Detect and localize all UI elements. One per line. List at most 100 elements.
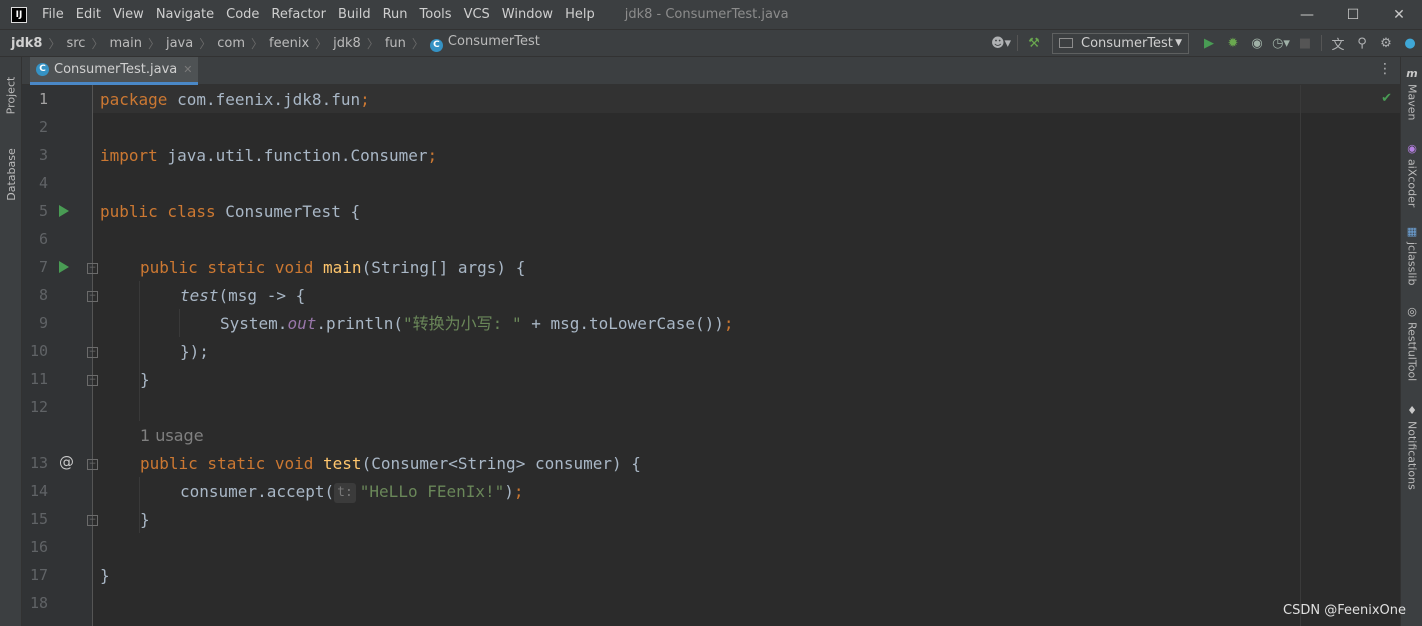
no-problems-check-icon[interactable]: ✔: [1381, 91, 1392, 106]
menu-help[interactable]: Help: [559, 0, 601, 29]
notifications-tool-label: Notifications: [1405, 421, 1419, 490]
coverage-icon[interactable]: ◉: [1245, 32, 1269, 54]
search-icon[interactable]: ⚲: [1350, 32, 1374, 54]
more-options-icon[interactable]: ⋮: [1378, 61, 1392, 77]
breadcrumb-item[interactable]: com: [217, 36, 245, 51]
chevron-down-icon: ▼: [1175, 38, 1182, 48]
implemented-at-icon[interactable]: @: [59, 453, 74, 471]
close-icon[interactable]: ✕: [183, 63, 192, 76]
user-icon[interactable]: ☻▾: [989, 32, 1013, 54]
toolbar-divider: [1017, 35, 1018, 51]
update-icon[interactable]: ●: [1398, 32, 1422, 54]
code-text: consumer.accept(: [180, 482, 335, 501]
breadcrumb-separator-icon: 〉: [91, 36, 104, 51]
code-text: ): [504, 482, 514, 501]
code-area[interactable]: package com.feenix.jdk8.fun; import java…: [93, 85, 1400, 626]
minimize-button[interactable]: —: [1284, 0, 1330, 29]
keyword: public class: [100, 202, 216, 221]
usage-hint[interactable]: 1 usage: [140, 422, 204, 450]
build-hammer-icon[interactable]: ⚒: [1022, 32, 1046, 54]
menu-edit[interactable]: Edit: [70, 0, 107, 29]
string-literal: "HeLLo FEenIx!": [359, 482, 505, 501]
semicolon: ;: [360, 90, 370, 109]
aixcoder-tool-tab[interactable]: ◉ aiXcoder: [1401, 142, 1422, 207]
semicolon: ;: [427, 146, 438, 165]
line-number: 9: [38, 314, 48, 332]
breadcrumb-item[interactable]: jdk8: [11, 36, 42, 51]
menu-build[interactable]: Build: [332, 0, 377, 29]
breadcrumb-item[interactable]: java: [166, 36, 193, 51]
window-title: jdk8 - ConsumerTest.java: [624, 7, 789, 22]
breadcrumb-item[interactable]: src: [66, 36, 85, 51]
semicolon: ;: [513, 482, 524, 501]
breadcrumb-item[interactable]: main: [109, 36, 141, 51]
maven-icon: m: [1406, 67, 1418, 80]
settings-gear-icon[interactable]: ⚙: [1374, 32, 1398, 54]
line-number: 3: [38, 146, 48, 164]
editor-gutter: 1 2 3 4 5 6 7 8 9 10 11 12 13 14 15 16 1…: [22, 85, 98, 626]
restfultool-tool-tab[interactable]: ◎ RestfulTool: [1401, 305, 1422, 381]
code-text: + msg.toLowerCase()): [521, 314, 724, 333]
aixcoder-icon: ◉: [1407, 142, 1417, 155]
menu-vcs[interactable]: VCS: [458, 0, 496, 29]
run-class-icon[interactable]: [59, 205, 69, 217]
run-icon[interactable]: ▶: [1197, 32, 1221, 54]
stop-icon[interactable]: ■: [1293, 32, 1317, 54]
run-config-icon: [1059, 38, 1073, 48]
profile-icon[interactable]: ◷▾: [1269, 32, 1293, 54]
menu-view[interactable]: View: [107, 0, 150, 29]
breadcrumb-item[interactable]: fun: [385, 36, 406, 51]
static-field: out: [287, 314, 317, 333]
close-button[interactable]: ✕: [1376, 0, 1422, 29]
line-number: 16: [29, 538, 48, 556]
code-editor[interactable]: 1 2 3 4 5 6 7 8 9 10 11 12 13 14 15 16 1…: [22, 85, 1400, 626]
breadcrumb-separator-icon: 〉: [366, 36, 379, 51]
line-number: 4: [38, 174, 48, 192]
menu-refactor[interactable]: Refactor: [265, 0, 332, 29]
code-text: com.feenix.jdk8.fun: [167, 90, 361, 109]
line-number: 12: [29, 398, 48, 416]
maximize-button[interactable]: ☐: [1330, 0, 1376, 29]
tab-consumertest-java[interactable]: C ConsumerTest.java ✕: [30, 57, 199, 85]
breadcrumb-item[interactable]: jdk8: [333, 36, 361, 51]
toolbar-divider: [1321, 35, 1322, 51]
breadcrumb-separator-icon: 〉: [147, 36, 160, 51]
menu-code[interactable]: Code: [220, 0, 265, 29]
main-toolbar: ☻▾ ⚒ ConsumerTest ▼ ▶ ✹ ◉ ◷▾ ■ 文 ⚲ ⚙ ●: [989, 30, 1422, 56]
watermark: CSDN @FeenixOne: [1283, 603, 1406, 618]
breadcrumb-item[interactable]: feenix: [269, 36, 309, 51]
menu-run[interactable]: Run: [377, 0, 414, 29]
debug-icon[interactable]: ✹: [1221, 32, 1245, 54]
run-configuration-select[interactable]: ConsumerTest ▼: [1052, 32, 1189, 54]
menu-window[interactable]: Window: [496, 0, 559, 29]
semicolon: ;: [723, 314, 734, 333]
notifications-tool-tab[interactable]: ♦ Notifications: [1401, 404, 1422, 490]
code-text: }: [140, 510, 150, 529]
database-tool-tab[interactable]: Database: [0, 139, 22, 209]
run-main-icon[interactable]: [59, 261, 69, 273]
method-name: test: [323, 454, 362, 473]
menu-navigate[interactable]: Navigate: [150, 0, 220, 29]
code-text: ConsumerTest {: [215, 202, 361, 221]
breadcrumb-separator-icon: 〉: [411, 36, 424, 51]
line-number: 6: [38, 230, 48, 248]
line-number: 11: [29, 370, 48, 388]
string-literal: "转换为小写: ": [403, 314, 522, 333]
keyword: public static void: [140, 258, 314, 277]
main-menu: File Edit View Navigate Code Refactor Bu…: [36, 0, 601, 29]
breadcrumb-current[interactable]: C ConsumerTest: [429, 34, 540, 52]
code-line: public static void main(String[] args) {: [140, 254, 525, 282]
menu-file[interactable]: File: [36, 0, 70, 29]
line-number: 8: [38, 286, 48, 304]
maven-tool-tab[interactable]: m Maven: [1401, 67, 1422, 120]
code-line: consumer.accept(t: "HeLLo FEenIx!");: [180, 478, 524, 506]
jclasslib-icon: ▦: [1406, 225, 1418, 238]
project-tool-tab[interactable]: Project: [0, 65, 22, 125]
jclasslib-tool-tab[interactable]: ▦ jclasslib: [1401, 225, 1422, 285]
menu-tools[interactable]: Tools: [414, 0, 458, 29]
line-number: 5: [38, 202, 48, 220]
translate-icon[interactable]: 文: [1326, 32, 1350, 54]
code-line: });: [180, 338, 209, 366]
parameter-hint: t:: [334, 483, 356, 503]
code-text: (Consumer<String> consumer) {: [361, 454, 641, 473]
